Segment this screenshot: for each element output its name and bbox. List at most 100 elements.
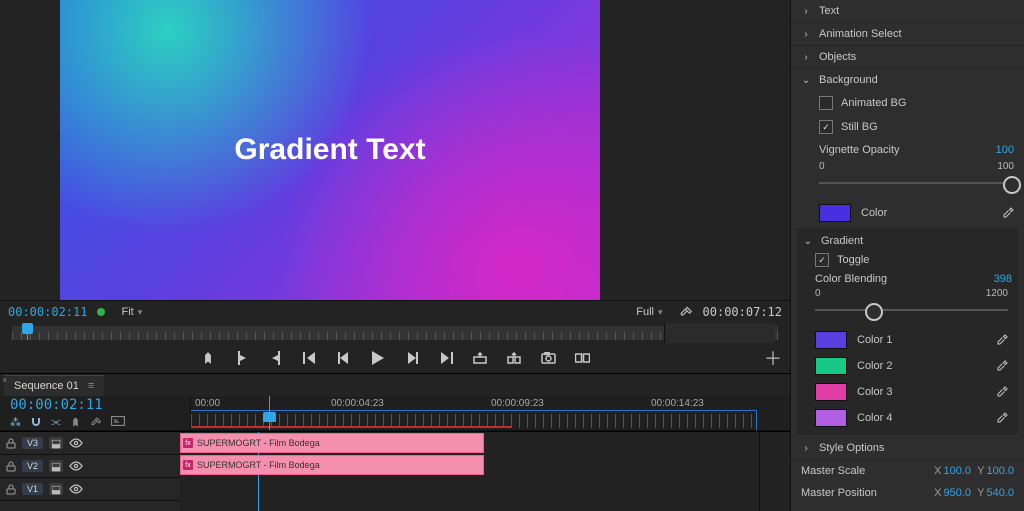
property-value[interactable]: 398 xyxy=(994,273,1012,285)
program-monitor: Gradient Text xyxy=(0,0,790,301)
eyedropper-icon[interactable] xyxy=(996,334,1008,346)
master-scale-y[interactable]: Y100.0 xyxy=(977,465,1014,477)
master-scale-row: Master Scale X100.0 Y100.0 xyxy=(791,460,1024,482)
lock-icon[interactable] xyxy=(6,484,16,495)
slider-thumb[interactable] xyxy=(1003,176,1021,194)
vignette-slider[interactable] xyxy=(819,172,1014,194)
property-label: Master Scale xyxy=(801,465,934,477)
play-icon[interactable] xyxy=(370,350,386,366)
checkbox-icon[interactable] xyxy=(819,120,833,134)
toggle-sync-icon[interactable]: ⬓ xyxy=(49,437,63,449)
out-point-icon[interactable] xyxy=(268,350,284,366)
eyedropper-icon[interactable] xyxy=(996,386,1008,398)
clip-v3[interactable]: fx SUPERMOGRT - Film Bodega xyxy=(180,433,484,453)
toggle-sync-icon[interactable]: ⬓ xyxy=(49,483,63,495)
tab-menu-icon[interactable]: ≡ xyxy=(88,380,94,392)
checkbox-icon[interactable] xyxy=(815,253,829,267)
marker-tool-icon[interactable] xyxy=(70,416,81,429)
eye-icon[interactable] xyxy=(69,461,83,471)
track-headers: V3 ⬓ V2 ⬓ V1 ⬓ xyxy=(0,432,180,511)
in-point-icon[interactable] xyxy=(234,350,250,366)
program-scrubber[interactable] xyxy=(0,323,790,343)
section-gradient[interactable]: ⌄ Gradient xyxy=(797,232,1018,250)
clip-label: SUPERMOGRT - Film Bodega xyxy=(197,438,320,448)
slider-thumb[interactable] xyxy=(865,303,883,321)
go-to-in-icon[interactable] xyxy=(302,350,318,366)
zoom-select[interactable]: Fit ▾ xyxy=(115,306,148,318)
track-id[interactable]: V1 xyxy=(22,483,43,495)
ruler-label: 00:00:14:23 xyxy=(651,398,704,409)
timeline-ruler[interactable]: 00:00 00:00:04:23 00:00:09:23 00:00:14:2… xyxy=(190,396,759,430)
playhead-timecode[interactable]: 00:00:02:11 xyxy=(8,305,87,319)
linked-selection-icon[interactable]: ⫘ xyxy=(51,416,61,429)
eyedropper-icon[interactable] xyxy=(1002,207,1014,219)
preview-text: Gradient Text xyxy=(234,133,425,167)
tab-close-icon[interactable]: × xyxy=(2,375,7,385)
color-label: Color xyxy=(861,207,992,219)
extract-icon[interactable] xyxy=(506,350,522,366)
chevron-down-icon: ⌄ xyxy=(803,236,813,247)
property-label: Color Blending xyxy=(815,273,986,285)
checkbox-gradient-toggle[interactable]: Toggle xyxy=(797,250,1018,270)
snap-icon[interactable]: ⁂ xyxy=(10,416,21,429)
export-frame-icon[interactable] xyxy=(540,350,556,366)
lock-icon[interactable] xyxy=(6,461,16,472)
resolution-label: Full xyxy=(636,306,654,318)
track-id[interactable]: V2 xyxy=(22,460,43,472)
clip-v2[interactable]: fx SUPERMOGRT - Film Bodega xyxy=(180,455,484,475)
checkbox-animated-bg[interactable]: Animated BG xyxy=(791,91,1024,115)
checkbox-icon[interactable] xyxy=(819,96,833,110)
timeline-playhead[interactable] xyxy=(269,396,270,430)
caption-track-icon[interactable] xyxy=(111,416,125,429)
settings-icon[interactable] xyxy=(679,305,693,319)
eyedropper-icon[interactable] xyxy=(996,360,1008,372)
color-swatch[interactable] xyxy=(815,409,847,427)
color-blending-slider[interactable] xyxy=(815,299,1008,321)
track-header-v2[interactable]: V2 ⬓ xyxy=(0,455,180,478)
track-id[interactable]: V3 xyxy=(22,437,43,449)
go-to-out-icon[interactable] xyxy=(438,350,454,366)
essential-graphics-panel: › Text › Animation Select › Objects ⌄ Ba… xyxy=(790,0,1024,511)
master-position-x[interactable]: X950.0 xyxy=(934,487,971,499)
timeline-timecode[interactable]: 00:00:02:11 xyxy=(10,397,190,413)
toggle-sync-icon[interactable]: ⬓ xyxy=(49,460,63,472)
color-swatch[interactable] xyxy=(819,204,851,222)
scrub-playhead[interactable] xyxy=(22,323,33,340)
compare-icon[interactable] xyxy=(574,350,590,366)
section-style-options[interactable]: › Style Options xyxy=(791,437,1024,460)
app-root: Gradient Text 00:00:02:11 Fit ▾ Full ▾ 0… xyxy=(0,0,1024,511)
eye-icon[interactable] xyxy=(69,438,83,448)
color-swatch[interactable] xyxy=(815,357,847,375)
track-header-v3[interactable]: V3 ⬓ xyxy=(0,432,180,455)
preview-canvas[interactable]: Gradient Text xyxy=(60,0,600,300)
marker-icon[interactable] xyxy=(200,350,216,366)
master-scale-x[interactable]: X100.0 xyxy=(934,465,971,477)
section-background[interactable]: ⌄ Background xyxy=(791,69,1024,91)
tracks-area[interactable]: fx SUPERMOGRT - Film Bodega fx SUPERMOGR… xyxy=(180,432,759,511)
track-header-v1[interactable]: V1 ⬓ xyxy=(0,478,180,501)
property-label: Vignette Opacity xyxy=(819,144,988,156)
color-blending-row: Color Blending 398 xyxy=(797,270,1018,288)
section-text[interactable]: › Text xyxy=(791,0,1024,23)
status-dot xyxy=(97,308,105,316)
master-position-y[interactable]: Y540.0 xyxy=(977,487,1014,499)
color-swatch[interactable] xyxy=(815,383,847,401)
step-forward-icon[interactable] xyxy=(404,350,420,366)
sequence-tab[interactable]: × Sequence 01 ≡ xyxy=(4,375,104,396)
slider-min: 0 xyxy=(815,288,821,299)
checkbox-still-bg[interactable]: Still BG xyxy=(791,115,1024,139)
property-value[interactable]: 100 xyxy=(996,144,1014,156)
add-button-icon[interactable]: ＋ xyxy=(764,345,782,371)
settings-tool-icon[interactable] xyxy=(90,416,102,429)
resolution-select[interactable]: Full ▾ xyxy=(630,306,668,318)
color-swatch[interactable] xyxy=(815,331,847,349)
lock-icon[interactable] xyxy=(6,438,16,449)
section-animation-select[interactable]: › Animation Select xyxy=(791,23,1024,46)
lift-icon[interactable] xyxy=(472,350,488,366)
section-objects[interactable]: › Objects xyxy=(791,46,1024,69)
eyedropper-icon[interactable] xyxy=(996,412,1008,424)
eye-icon[interactable] xyxy=(69,484,83,494)
clip-label: SUPERMOGRT - Film Bodega xyxy=(197,460,320,470)
step-back-icon[interactable] xyxy=(336,350,352,366)
magnet-icon[interactable] xyxy=(30,416,42,429)
